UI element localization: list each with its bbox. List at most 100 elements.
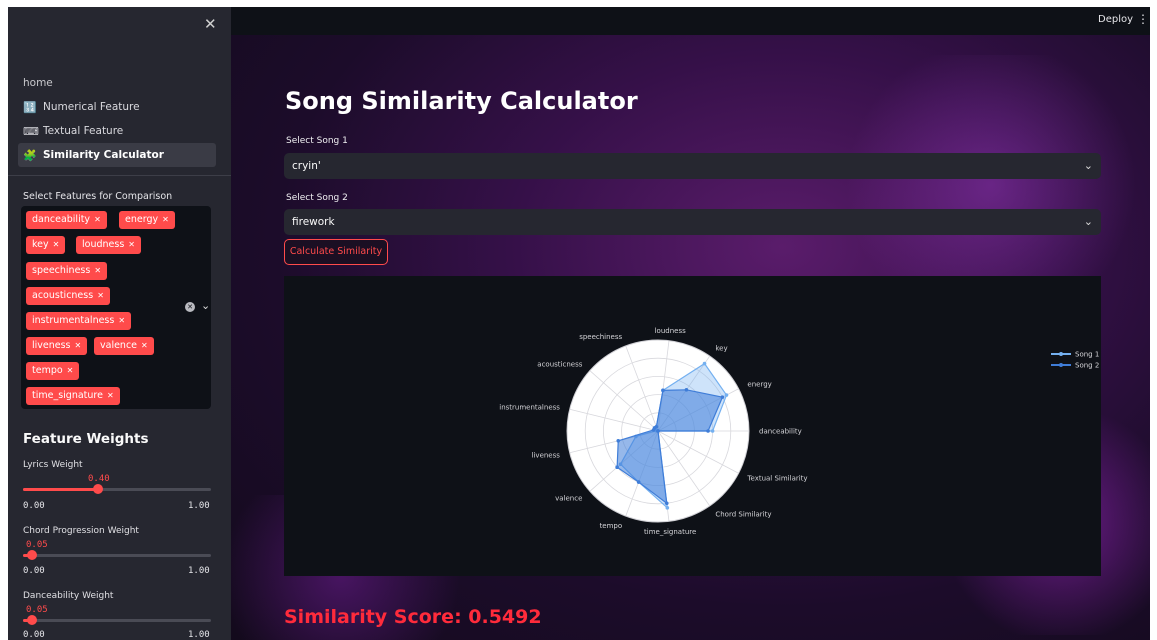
- series-2-point: [706, 429, 710, 433]
- remove-chip-icon[interactable]: ✕: [128, 240, 135, 249]
- deploy-button[interactable]: Deploy: [1098, 14, 1133, 25]
- series-2-point: [720, 395, 725, 399]
- feature-weights-title: Feature Weights: [23, 431, 149, 447]
- numbers-icon: 🔢: [23, 100, 37, 114]
- series-2-point: [651, 428, 656, 432]
- clear-all-icon[interactable]: ✕: [185, 302, 195, 312]
- sidebar-item-label: home: [23, 77, 53, 89]
- axis-label: Chord Similarity: [715, 511, 771, 519]
- slider-label: Danceability Weight: [23, 591, 114, 601]
- remove-chip-icon[interactable]: ✕: [67, 366, 74, 375]
- feature-chip[interactable]: time_signature ✕: [26, 387, 120, 405]
- axis-label: danceability: [759, 428, 802, 436]
- axis-label: speechiness: [579, 333, 622, 341]
- legend-marker: [1059, 363, 1063, 367]
- slider-thumb[interactable]: [27, 615, 38, 625]
- feature-chip[interactable]: instrumentalness ✕: [26, 312, 132, 330]
- radar-chart: danceability energy key loudness speechiness…: [499, 327, 1099, 536]
- axis-label: tempo: [600, 522, 623, 530]
- keyboard-icon: ⌨: [23, 124, 39, 138]
- slider-label: Lyrics Weight: [23, 460, 83, 470]
- features-multiselect[interactable]: danceability ✕ energy ✕ key ✕ loudness ✕ spe…: [21, 206, 211, 409]
- axis-label: liveness: [532, 452, 561, 460]
- sidebar-item-label: Similarity Calculator: [43, 149, 164, 161]
- sidebar-item-numerical-feature[interactable]: 🔢 Numerical Feature: [18, 95, 216, 119]
- app-window: ✕ home 🔢 Numerical Feature ⌨ Textual Fea…: [8, 7, 1150, 640]
- kebab-icon[interactable]: ⋮: [1137, 12, 1149, 26]
- slider-fill: [23, 488, 99, 491]
- song1-select[interactable]: cryin' ⌄: [284, 153, 1101, 179]
- page-title: Song Similarity Calculator: [285, 87, 638, 115]
- slider-thumb[interactable]: [93, 484, 104, 494]
- legend-label: Song 1: [1075, 351, 1099, 359]
- axis-label: acousticness: [537, 361, 582, 369]
- series-1-point: [724, 393, 729, 397]
- sidebar-divider: [8, 175, 231, 176]
- axis-label: energy: [747, 381, 771, 389]
- chevron-down-icon: ⌄: [1083, 215, 1093, 228]
- axis-label: time_signature: [644, 528, 696, 536]
- sidebar-item-home[interactable]: home: [18, 71, 216, 95]
- feature-chip[interactable]: valence ✕: [94, 337, 154, 355]
- sidebar-item-similarity-calculator[interactable]: 🧩 Similarity Calculator: [18, 143, 216, 167]
- axis-label: instrumentalness: [499, 403, 560, 411]
- remove-chip-icon[interactable]: ✕: [94, 266, 101, 275]
- sidebar-item-label: Numerical Feature: [43, 101, 140, 113]
- remove-chip-icon[interactable]: ✕: [118, 316, 125, 325]
- slider-max: 1.00: [188, 566, 210, 576]
- lyrics-weight-slider[interactable]: [23, 484, 211, 494]
- chevron-down-icon[interactable]: ⌄: [201, 299, 210, 312]
- remove-chip-icon[interactable]: ✕: [97, 291, 104, 300]
- remove-chip-icon[interactable]: ✕: [75, 341, 82, 350]
- sidebar: ✕ home 🔢 Numerical Feature ⌨ Textual Fea…: [8, 7, 231, 640]
- feature-chip[interactable]: key ✕: [26, 236, 66, 254]
- slider-min: 0.00: [23, 501, 45, 511]
- chord-weight-slider[interactable]: [23, 550, 211, 560]
- sidebar-nav: home 🔢 Numerical Feature ⌨ Textual Featu…: [18, 71, 216, 167]
- main-content: Song Similarity Calculator Select Song 1…: [231, 35, 1150, 640]
- remove-chip-icon[interactable]: ✕: [53, 240, 60, 249]
- remove-chip-icon[interactable]: ✕: [94, 215, 101, 224]
- slider-value: 0.05: [26, 540, 48, 550]
- remove-chip-icon[interactable]: ✕: [162, 215, 169, 224]
- slider-max: 1.00: [188, 501, 210, 511]
- song1-value: cryin': [292, 160, 321, 172]
- axis-label: key: [715, 344, 727, 352]
- song2-value: firework: [292, 216, 335, 228]
- remove-chip-icon[interactable]: ✕: [141, 341, 148, 350]
- top-bar: Deploy ⋮: [231, 7, 1150, 35]
- song2-select[interactable]: firework ⌄: [284, 209, 1101, 235]
- series-2-point: [656, 429, 660, 433]
- feature-chip[interactable]: loudness ✕: [76, 236, 141, 254]
- series-2-point: [684, 388, 689, 392]
- slider-label: Chord Progression Weight: [23, 526, 139, 536]
- close-icon[interactable]: ✕: [204, 15, 217, 33]
- series-2-point: [616, 438, 621, 443]
- feature-chip[interactable]: danceability ✕: [26, 211, 107, 229]
- features-label: Select Features for Comparison: [23, 191, 173, 202]
- series-1-point: [710, 429, 715, 433]
- feature-chip[interactable]: tempo ✕: [26, 362, 80, 380]
- song1-label: Select Song 1: [286, 136, 348, 146]
- slider-value: 0.05: [26, 605, 48, 615]
- danceability-weight-slider[interactable]: [23, 615, 211, 625]
- legend-label: Song 2: [1075, 362, 1099, 370]
- series-2-point: [615, 465, 619, 470]
- slider-thumb[interactable]: [27, 550, 38, 560]
- slider-max: 1.00: [188, 630, 210, 640]
- feature-chip[interactable]: energy ✕: [119, 211, 175, 229]
- legend-marker: [1059, 352, 1063, 356]
- feature-chip[interactable]: liveness ✕: [26, 337, 88, 355]
- feature-chip[interactable]: acousticness ✕: [26, 287, 110, 305]
- remove-chip-icon[interactable]: ✕: [107, 391, 114, 400]
- puzzle-icon: 🧩: [23, 148, 37, 162]
- sidebar-item-textual-feature[interactable]: ⌨ Textual Feature: [18, 119, 216, 143]
- series-1-point: [702, 361, 707, 366]
- chevron-down-icon: ⌄: [1083, 159, 1093, 172]
- calculate-similarity-button[interactable]: Calculate Similarity: [284, 239, 388, 265]
- axis-label: valence: [555, 494, 582, 502]
- series-2-point: [636, 480, 641, 484]
- series-2-point: [664, 501, 669, 506]
- feature-chip[interactable]: speechiness ✕: [26, 262, 108, 280]
- slider-value: 0.40: [88, 474, 110, 484]
